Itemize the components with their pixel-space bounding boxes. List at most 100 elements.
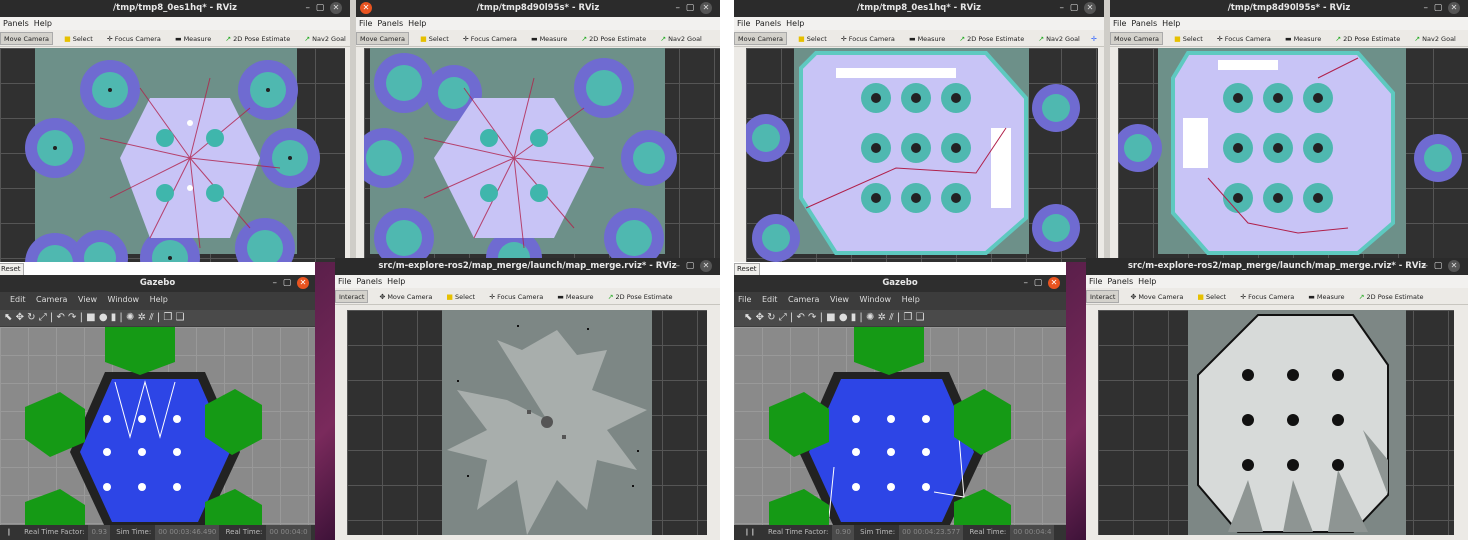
menu-file[interactable]: File	[1089, 277, 1102, 286]
tool-move-camera[interactable]: Move Camera	[734, 32, 788, 45]
pointer-icon[interactable]: ⬉	[4, 312, 12, 323]
window-controls[interactable]: – ▢ ✕	[676, 0, 712, 17]
sphere-icon[interactable]: ●	[99, 312, 108, 323]
menu-help[interactable]: Help	[150, 295, 168, 304]
undo-icon[interactable]: ↶	[56, 312, 64, 323]
redo-icon[interactable]: ↷	[808, 312, 816, 323]
menu-file[interactable]: File	[338, 277, 351, 286]
menu-help[interactable]: Help	[34, 19, 52, 28]
window-controls[interactable]: – ▢ ✕	[676, 258, 712, 275]
move-icon[interactable]: ✥	[16, 312, 24, 323]
cylinder-icon[interactable]: ▮	[851, 312, 857, 323]
tool-measure[interactable]: ▬ Measure	[172, 33, 214, 46]
tool-move-camera[interactable]: Move Camera	[356, 32, 410, 45]
menu-help[interactable]: Help	[1138, 277, 1156, 286]
paste-icon[interactable]: ❑	[176, 312, 185, 323]
menu-view[interactable]: View	[830, 295, 849, 304]
menu-window[interactable]: Window	[859, 295, 891, 304]
menu-help[interactable]: Help	[786, 19, 804, 28]
tool-select[interactable]: ■ Select	[1194, 291, 1229, 304]
tool-nav2-goal[interactable]: ↗ Nav2 Goal	[301, 33, 349, 46]
spotlight-icon[interactable]: ✲	[878, 312, 886, 323]
tool-2d-pose[interactable]: ↗ 2D Pose Estimate	[578, 33, 649, 46]
window-controls[interactable]: – ▢ ✕	[1060, 0, 1096, 17]
close-control[interactable]: ✕	[360, 0, 372, 17]
tool-measure[interactable]: ▬ Measure	[1305, 291, 1347, 304]
tool-focus-camera[interactable]: ✛ Focus Camera	[838, 33, 898, 46]
3d-view[interactable]	[364, 48, 720, 262]
tool-measure[interactable]: ▬ Measure	[1282, 33, 1324, 46]
tool-focus-camera[interactable]: ✛ Focus Camera	[1214, 33, 1274, 46]
pause-icon[interactable]: ❙❙	[744, 528, 756, 536]
pause-icon[interactable]: ❙	[6, 528, 12, 536]
tool-focus-camera[interactable]: ✛ Focus Camera	[460, 33, 520, 46]
tool-focus-camera[interactable]: ✛ Focus Camera	[104, 33, 164, 46]
tool-nav2-goal[interactable]: ↗ Nav2 Goal	[657, 33, 705, 46]
menu-view[interactable]: View	[78, 295, 97, 304]
menu-help[interactable]: Help	[902, 295, 920, 304]
scale-icon[interactable]: ⤢	[779, 312, 787, 323]
rotate-icon[interactable]: ↻	[767, 312, 775, 323]
undo-icon[interactable]: ↶	[796, 312, 804, 323]
pointer-icon[interactable]: ⬉	[744, 312, 752, 323]
menu-panels[interactable]: Panels	[356, 277, 382, 286]
tool-measure[interactable]: ▬ Measure	[906, 33, 948, 46]
tool-select[interactable]: ■ Select	[1171, 33, 1206, 46]
tool-2d-pose[interactable]: ↗ 2D Pose Estimate	[956, 33, 1027, 46]
3d-view[interactable]	[1118, 48, 1468, 262]
window-controls[interactable]: – ▢ ✕	[273, 275, 309, 292]
tool-interact[interactable]: Interact	[335, 290, 369, 303]
tool-measure[interactable]: ▬ Measure	[528, 33, 570, 46]
light-icon[interactable]: ✺	[126, 312, 134, 323]
cylinder-icon[interactable]: ▮	[111, 312, 117, 323]
gazebo-scene[interactable]	[734, 327, 1066, 527]
menu-help[interactable]: Help	[387, 277, 405, 286]
redo-icon[interactable]: ↷	[68, 312, 76, 323]
menu-camera[interactable]: Camera	[788, 295, 819, 304]
window-controls[interactable]: – ▢ ✕	[1024, 275, 1060, 292]
tool-interact[interactable]: Interact	[1086, 290, 1120, 303]
menu-panels[interactable]: Panels	[3, 19, 29, 28]
menu-help[interactable]: Help	[408, 19, 426, 28]
spotlight-icon[interactable]: ✲	[138, 312, 146, 323]
menu-panels[interactable]: Panels	[377, 19, 403, 28]
tool-select[interactable]: ■ Select	[61, 33, 96, 46]
menu-file[interactable]: File	[738, 295, 751, 304]
window-controls[interactable]: – ▢ ✕	[1424, 258, 1460, 275]
3d-view[interactable]	[1098, 310, 1454, 535]
tool-focus-camera[interactable]: ✛ Focus Camera	[486, 291, 546, 304]
sphere-icon[interactable]: ●	[839, 312, 848, 323]
add-tool-icon[interactable]: ✛	[1091, 31, 1097, 46]
tool-move-camera[interactable]: Move Camera	[0, 32, 54, 45]
window-controls[interactable]: – ▢ ✕	[306, 0, 342, 17]
dirlight-icon[interactable]: ⫽	[149, 312, 153, 323]
tool-move-camera[interactable]: ✥ Move Camera	[1127, 291, 1186, 304]
tool-nav2-goal[interactable]: ↗ Nav2 Goal	[1411, 33, 1459, 46]
menu-file[interactable]: File	[359, 19, 372, 28]
menu-edit[interactable]: Edit	[10, 295, 26, 304]
tool-2d-pose[interactable]: ↗ 2D Pose Estimate	[605, 291, 676, 304]
menu-edit[interactable]: Edit	[762, 295, 778, 304]
copy-icon[interactable]: ❐	[163, 312, 172, 323]
paste-icon[interactable]: ❑	[916, 312, 925, 323]
tool-select[interactable]: ■ Select	[443, 291, 478, 304]
tool-measure[interactable]: ▬ Measure	[554, 291, 596, 304]
menu-help[interactable]: Help	[1162, 19, 1180, 28]
3d-view[interactable]	[746, 48, 1098, 262]
gazebo-scene[interactable]	[0, 327, 315, 527]
tool-move-camera[interactable]: Move Camera	[1110, 32, 1164, 45]
menu-window[interactable]: Window	[108, 295, 140, 304]
menu-camera[interactable]: Camera	[36, 295, 67, 304]
light-icon[interactable]: ✺	[866, 312, 874, 323]
scale-icon[interactable]: ⤢	[39, 312, 47, 323]
tool-select[interactable]: ■ Select	[417, 33, 452, 46]
tool-select[interactable]: ■ Select	[795, 33, 830, 46]
tool-2d-pose[interactable]: ↗ 2D Pose Estimate	[1356, 291, 1427, 304]
tool-focus-camera[interactable]: ✛ Focus Camera	[1237, 291, 1297, 304]
box-icon[interactable]: ■	[826, 312, 835, 323]
dirlight-icon[interactable]: ⫽	[889, 312, 893, 323]
3d-view[interactable]	[347, 310, 707, 535]
menu-panels[interactable]: Panels	[755, 19, 781, 28]
tool-move-camera[interactable]: ✥ Move Camera	[376, 291, 435, 304]
rotate-icon[interactable]: ↻	[27, 312, 35, 323]
